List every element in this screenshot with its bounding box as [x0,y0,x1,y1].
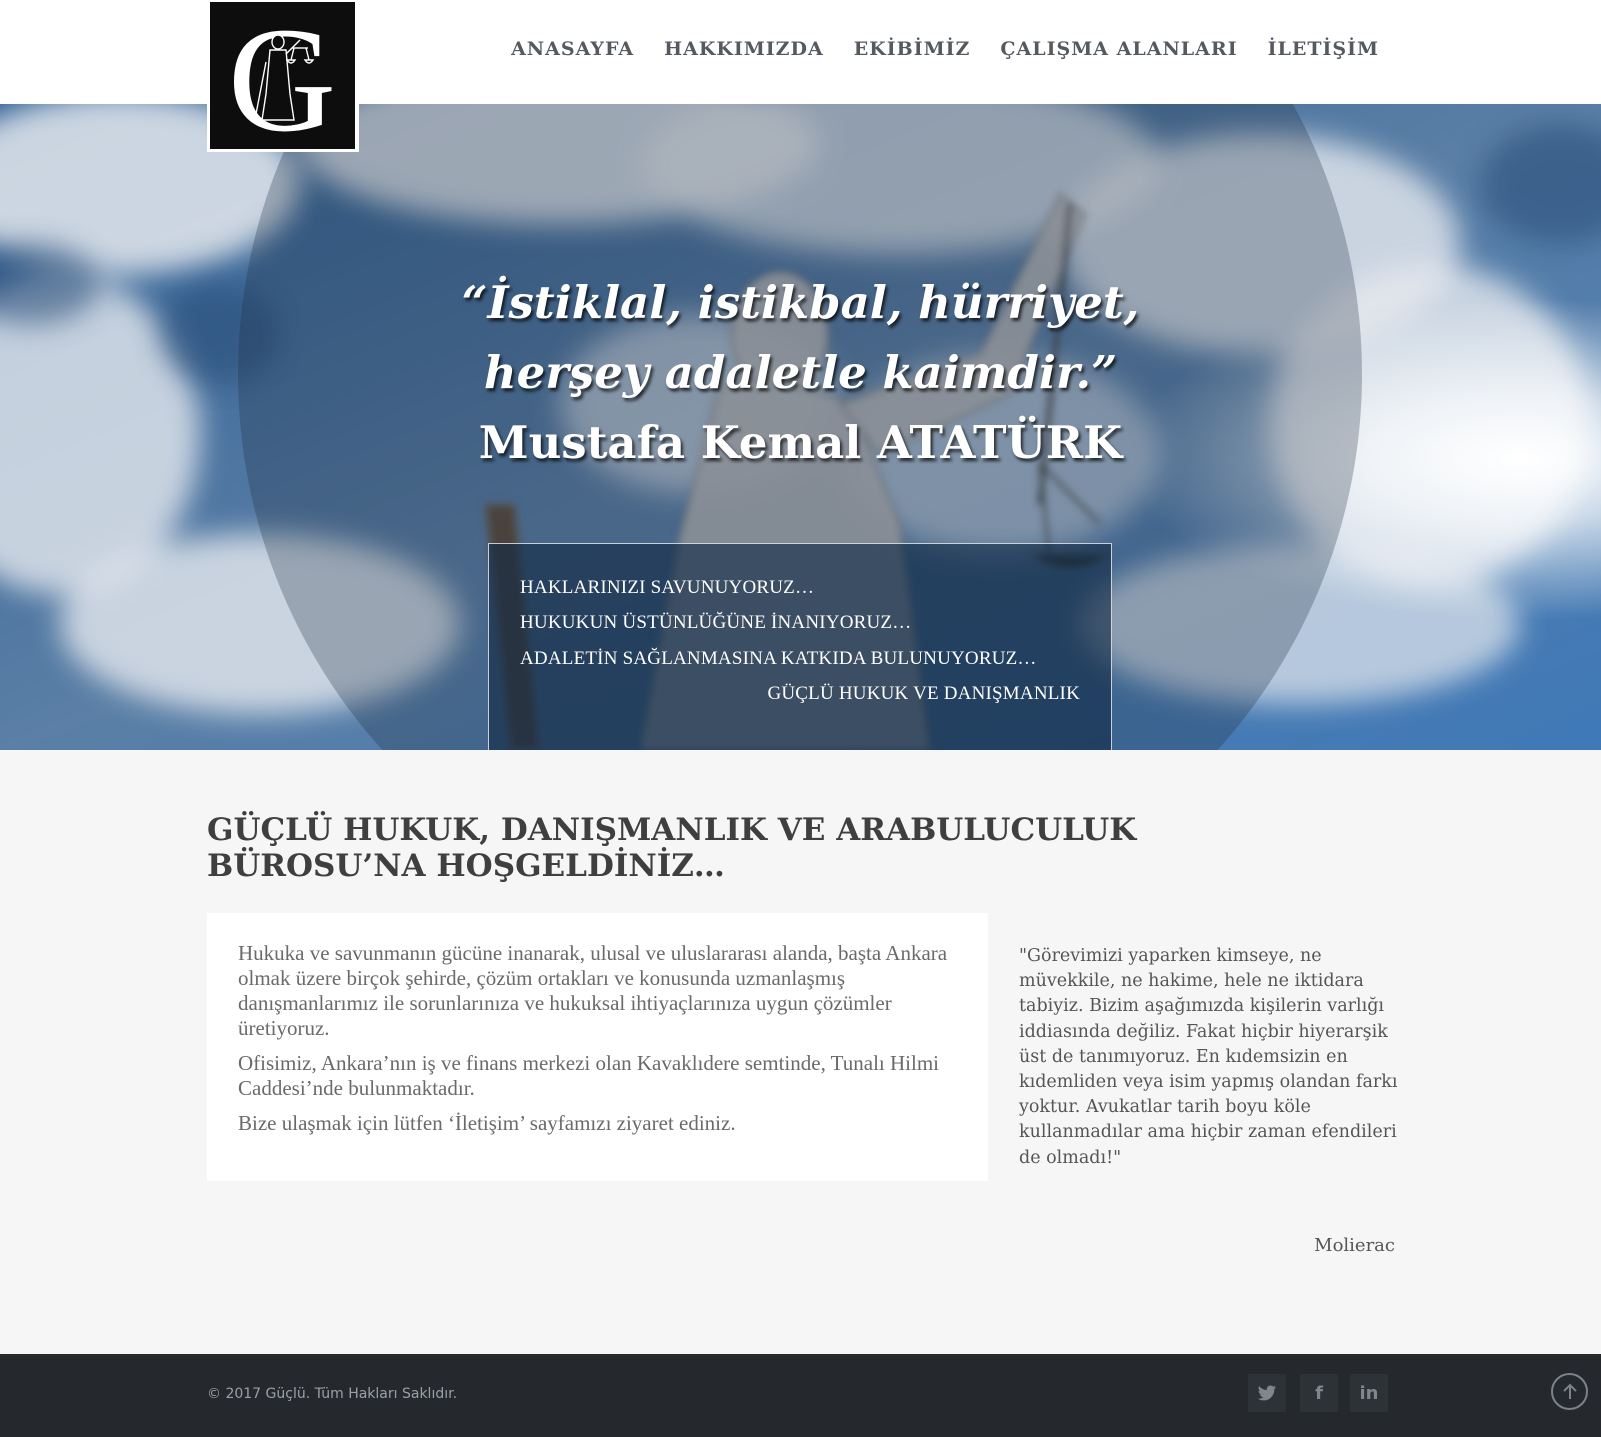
nav-item-iletisim[interactable]: İLETİŞİM [1268,38,1379,60]
hero-quote-line-2: herşey adaletle kaimdir.” [483,346,1118,399]
main-nav: ANASAYFA HAKKIMIZDA EKİBİMİZ ÇALIŞMA ALA… [511,38,1379,60]
intro-paragraph: Ofisimiz, Ankara’nın iş ve finans merkez… [238,1051,940,1100]
side-quote: "Görevimizi yaparken kimseye, ne müvekki… [1019,946,1398,1168]
site-logo[interactable]: G [207,0,359,152]
side-quote-author: Molierac [1314,1235,1395,1256]
intro-card: Hukuka ve savunmanın gücüne inanarak, ul… [207,913,988,1181]
hero-caption-firm: GÜÇLÜ HUKUK VE DANIŞMANLIK [767,683,1080,704]
hero-caption-box: HAKLARINIZI SAVUNUYORUZ… HUKUKUN ÜSTÜNLÜ… [488,543,1112,750]
page-title: GÜÇLÜ HUKUK, DANIŞMANLIK VE ARABULUCULUK… [207,812,1137,884]
site-footer: © 2017 Güçlü. Tüm Hakları Saklıdır. f in [0,1354,1601,1437]
back-to-top-button[interactable] [1551,1373,1588,1410]
intro-paragraph: Bize ulaşmak için lütfen ‘İletişim’ sayf… [238,1111,736,1135]
hero-quote-line-1: “İstiklal, istikbal, hürriyet, [461,276,1140,329]
copyright-text: © 2017 Güçlü. Tüm Hakları Saklıdır. [207,1386,458,1402]
arrow-up-icon [1562,1383,1577,1399]
intro-paragraph: Hukuka ve savunmanın gücüne inanarak, ul… [238,941,948,1040]
hero-banner: “İstiklal, istikbal, hürriyet, herşey ad… [0,104,1601,750]
twitter-icon [1257,1385,1277,1400]
logo-mark: G [210,2,355,149]
nav-item-calisma-alanlari[interactable]: ÇALIŞMA ALANLARI [1000,38,1237,60]
hero-caption-line: HAKLARINIZI SAVUNUYORUZ… [520,577,815,598]
twitter-link[interactable] [1248,1374,1286,1412]
nav-item-hakkimizda[interactable]: HAKKIMIZDA [664,38,824,60]
facebook-link[interactable]: f [1300,1374,1338,1412]
hero-caption-line: ADALETİN SAĞLANMASINA KATKIDA BULUNUYORU… [520,648,1037,669]
linkedin-icon: in [1359,1382,1379,1404]
hero-quote-author: Mustafa Kemal ATATÜRK [478,416,1123,469]
linkedin-link[interactable]: in [1350,1374,1388,1412]
nav-item-ekibimiz[interactable]: EKİBİMİZ [854,38,971,60]
nav-item-anasayfa[interactable]: ANASAYFA [511,38,634,60]
facebook-icon: f [1315,1382,1323,1404]
hero-caption-line: HUKUKUN ÜSTÜNLÜĞÜNE İNANIYORUZ… [520,612,912,633]
